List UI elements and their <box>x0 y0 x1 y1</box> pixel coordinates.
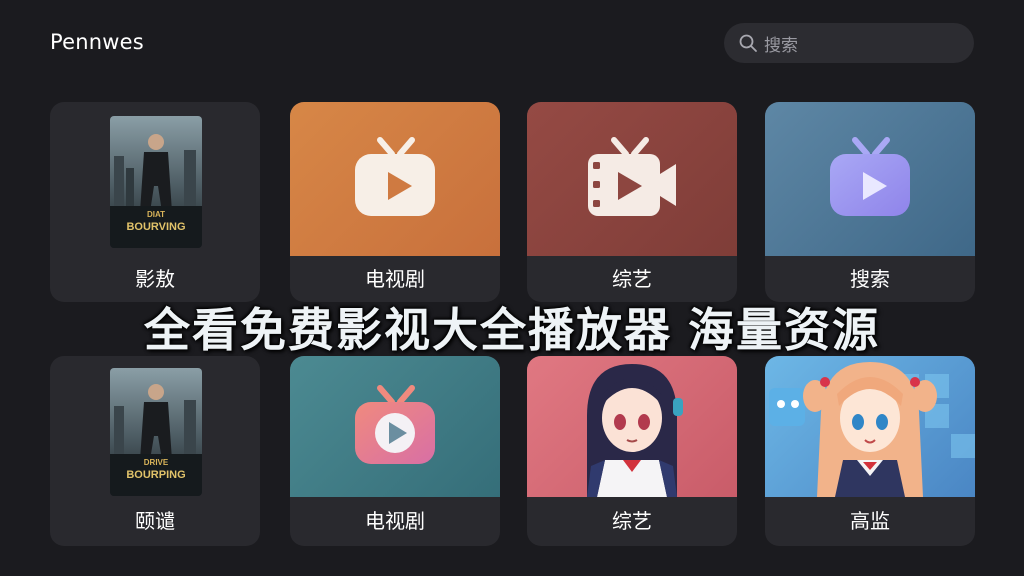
anime-girl-image <box>803 362 937 497</box>
anime-girl-image <box>587 364 683 497</box>
tile-tv-series[interactable]: 电视剧 <box>290 102 500 302</box>
poster-title-text: BOURPING <box>126 469 185 481</box>
tile-art <box>765 356 975 497</box>
banner-text-right: 海量资源 <box>688 303 880 357</box>
tile-art <box>290 356 500 497</box>
tile-art <box>765 102 975 256</box>
poster-top-text: DRIVE <box>144 458 169 467</box>
tile-label: 高监 <box>850 509 890 533</box>
tile-movies[interactable]: DIAT BOURVING 影敖 <box>50 102 260 302</box>
video-camera-icon <box>588 137 676 216</box>
tile-art <box>527 356 737 497</box>
tile-art: DIAT BOURVING <box>50 102 260 256</box>
movie-poster-image: DIAT BOURVING <box>110 116 202 248</box>
tile-label: 综艺 <box>612 509 652 533</box>
search-icon <box>739 34 757 52</box>
tile-movies-2[interactable]: DRIVE BOURPING 颐谴 <box>50 356 260 546</box>
tv-play-icon <box>355 137 435 216</box>
app-title: Pennwes <box>50 30 144 54</box>
tile-art: DRIVE BOURPING <box>50 356 260 497</box>
tile-search[interactable]: 搜索 <box>765 102 975 302</box>
tv-play-icon <box>830 137 910 216</box>
tv-play-icon <box>355 384 435 464</box>
tile-hd[interactable]: 高监 <box>765 356 975 546</box>
tile-tv-series-2[interactable]: 电视剧 <box>290 356 500 546</box>
tile-art <box>290 102 500 256</box>
promo-banner: 全看免费影视大全播放器 海量资源 <box>0 294 1024 360</box>
tile-variety[interactable]: 综艺 <box>527 102 737 302</box>
poster-top-text: DIAT <box>147 210 165 219</box>
tile-art <box>527 102 737 256</box>
search-input[interactable]: 搜索 <box>724 23 974 63</box>
banner-text-left: 全看免费影视大全播放器 <box>144 303 672 357</box>
tile-label: 颐谴 <box>135 509 175 533</box>
search-placeholder: 搜索 <box>764 35 798 56</box>
poster-title-text: BOURVING <box>126 221 185 233</box>
tile-variety-2[interactable]: 综艺 <box>527 356 737 546</box>
movie-poster-image: DRIVE BOURPING <box>110 368 202 496</box>
tile-label: 电视剧 <box>365 509 425 533</box>
